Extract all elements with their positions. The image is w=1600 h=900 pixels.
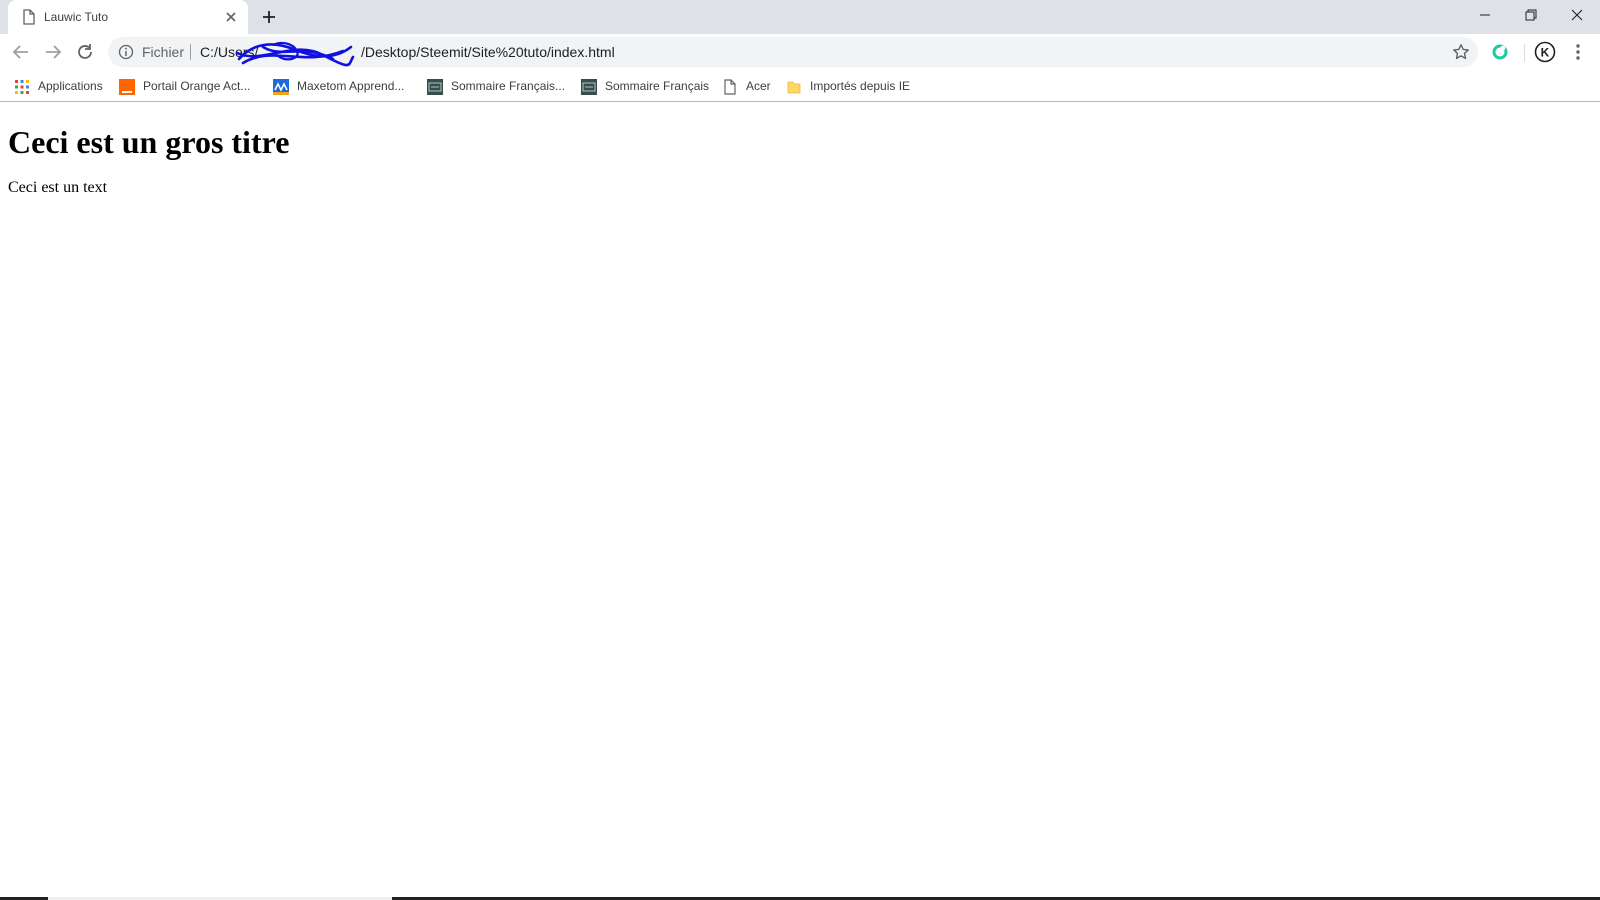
forward-icon[interactable]	[42, 41, 64, 63]
sommaire-favicon	[427, 79, 443, 95]
page-content: Ceci est un gros titre Ceci est un text	[8, 102, 289, 197]
new-tab-icon[interactable]	[258, 6, 280, 28]
back-icon[interactable]	[10, 41, 32, 63]
maxetom-favicon	[273, 79, 289, 95]
bookmark-label: Applications	[38, 79, 103, 93]
folder-icon	[787, 81, 801, 94]
tab-title: Lauwic Tuto	[44, 10, 109, 24]
redaction-scribble	[235, 41, 355, 67]
active-tab[interactable]: Lauwic Tuto	[8, 0, 248, 34]
avatar-initial: K	[1541, 46, 1550, 60]
document-icon	[23, 9, 35, 25]
minimize-button[interactable]	[1462, 0, 1508, 30]
url-text-end[interactable]: /Desktop/Steemit/Site%20tuto/index.html	[361, 44, 615, 60]
orange-favicon	[119, 79, 135, 95]
more-menu-icon[interactable]	[1568, 42, 1588, 62]
tab-strip: Lauwic Tuto	[0, 0, 1600, 34]
bookmark-label: Sommaire Français	[605, 79, 710, 93]
page-heading: Ceci est un gros titre	[8, 124, 290, 160]
info-icon[interactable]	[118, 44, 134, 60]
close-icon	[1571, 9, 1583, 21]
bookmark-label: Portail Orange Act...	[143, 79, 251, 93]
toolbar-divider	[1524, 44, 1525, 62]
sommaire-favicon	[581, 79, 597, 95]
bookmarks-bar: Applications Portail Orange Act... Maxet…	[0, 70, 1600, 102]
address-bar[interactable]: Fichier C:/Users/ /Desktop/Steemit/Site%…	[108, 37, 1478, 67]
apps-grid-icon	[15, 80, 29, 94]
page-paragraph: Ceci est un text	[8, 178, 108, 196]
bookmark-label: Maxetom Apprend...	[297, 79, 405, 93]
profile-avatar[interactable]: K	[1534, 41, 1556, 63]
close-tab-icon[interactable]	[222, 8, 240, 26]
extension-icon[interactable]	[1491, 43, 1509, 61]
reload-icon[interactable]	[74, 41, 96, 63]
browser-toolbar: Fichier C:/Users/ /Desktop/Steemit/Site%…	[0, 34, 1600, 70]
restore-button[interactable]	[1508, 0, 1554, 30]
bookmark-label: Acer	[746, 79, 771, 93]
page-icon	[724, 79, 736, 95]
minimize-icon	[1480, 14, 1490, 16]
url-scheme-label: Fichier	[142, 44, 185, 60]
bookmark-star-icon[interactable]	[1452, 43, 1470, 61]
omnibox-divider	[190, 44, 191, 60]
bookmark-label: Sommaire Français...	[451, 79, 566, 93]
close-window-button[interactable]	[1554, 0, 1600, 30]
restore-icon	[1525, 9, 1537, 21]
bookmark-label: Importés depuis IE	[810, 79, 911, 93]
